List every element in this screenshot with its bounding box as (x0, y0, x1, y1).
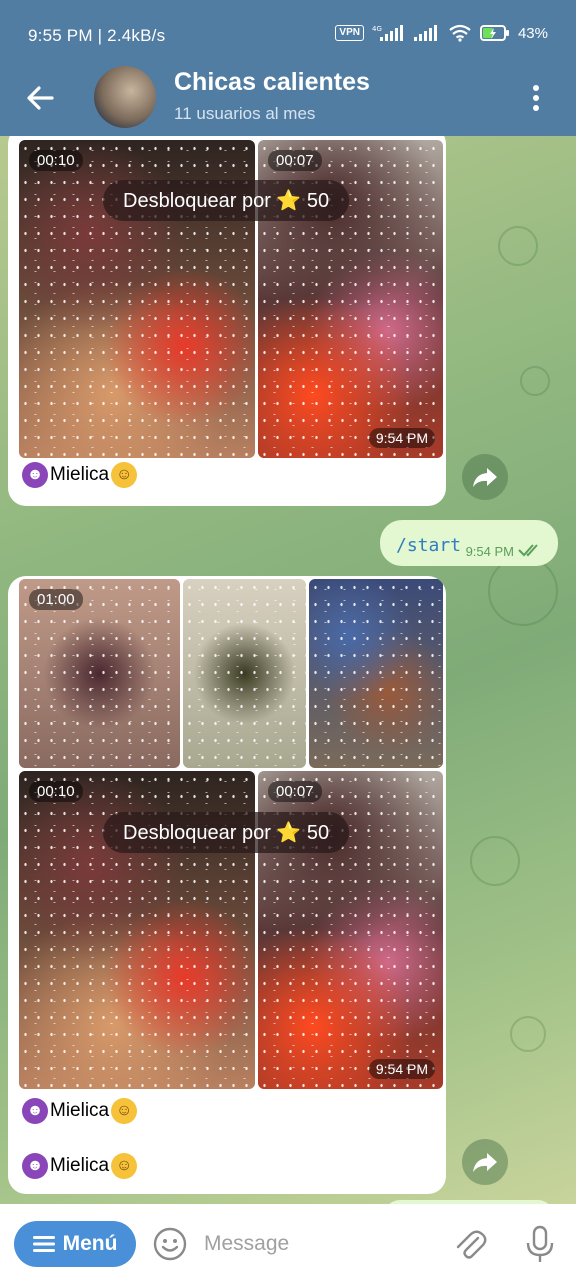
wallpaper-doodle (488, 556, 558, 626)
status-time-speed: 9:55 PM | 2.4kB/s (28, 26, 166, 45)
message-time: 9:54 PM (368, 428, 435, 448)
unlock-button[interactable]: Desbloquear por ⭐ 50 (103, 812, 350, 853)
video-duration: 00:07 (268, 781, 322, 802)
share-icon (473, 1153, 497, 1172)
message-input-bar: Menú (0, 1204, 576, 1280)
smiling-emoji-icon: ☺ (111, 1098, 138, 1124)
caption-text: Mielica (50, 464, 110, 485)
chat-header: Chicas calientes 11 usuarios al mes (0, 60, 576, 136)
status-bar: 9:55 PM | 2.4kB/s VPN 4G 43% (0, 0, 576, 60)
message-caption: ☻ Mielica ☺ (22, 1098, 138, 1124)
wallpaper-doodle (510, 1016, 546, 1052)
vpn-badge: VPN (335, 25, 364, 41)
message-caption: ☻ Mielica ☺ (22, 1153, 138, 1179)
signal-2-icon (413, 25, 437, 41)
blur-overlay (309, 579, 443, 768)
battery-icon (479, 25, 509, 41)
video-duration: 00:10 (29, 150, 83, 171)
menu-icon (32, 1236, 55, 1252)
outgoing-message[interactable]: /start 9:54 PM (380, 520, 558, 566)
read-checks-icon (518, 544, 538, 557)
outgoing-text: /start (396, 535, 462, 556)
wifi-icon (449, 24, 471, 42)
message-caption: ☻ Mielica ☺ (22, 462, 138, 488)
video-duration: 00:10 (29, 781, 83, 802)
devil-emoji-icon: ☻ (22, 1098, 48, 1124)
share-button[interactable] (462, 1139, 508, 1185)
locked-video[interactable]: 01:00 (19, 579, 180, 768)
chat-subtitle: 11 usuarios al mes (174, 104, 316, 123)
devil-emoji-icon: ☻ (22, 462, 48, 488)
status-icons: VPN 4G 43% (335, 24, 548, 42)
menu-label: Menú (62, 1232, 118, 1255)
wallpaper-doodle (470, 836, 520, 886)
message-input[interactable] (204, 1228, 424, 1260)
menu-button[interactable]: Menú (14, 1221, 136, 1267)
signal-icon: 4G (372, 25, 403, 41)
devil-emoji-icon: ☻ (22, 1153, 48, 1179)
wallpaper-doodle (498, 226, 538, 266)
message-bubble[interactable]: 00:10 00:07 9:54 PM Desbloquear por ⭐ 50… (8, 136, 446, 506)
caption-text: Mielica (50, 1100, 110, 1121)
microphone-icon[interactable] (522, 1224, 558, 1264)
locked-photo[interactable] (309, 579, 443, 768)
share-button[interactable] (462, 454, 508, 500)
video-duration: 01:00 (29, 589, 83, 610)
unlock-button[interactable]: Desbloquear por ⭐ 50 (103, 180, 350, 221)
message-time: 9:54 PM (368, 1059, 435, 1079)
locked-photo[interactable] (183, 579, 306, 768)
smiling-emoji-icon: ☺ (111, 462, 138, 488)
chat-area[interactable]: 00:10 00:07 9:54 PM Desbloquear por ⭐ 50… (0, 136, 576, 1204)
blur-overlay (183, 579, 306, 768)
chat-title[interactable]: Chicas calientes (174, 68, 370, 97)
smiling-emoji-icon: ☺ (111, 1153, 138, 1179)
video-duration: 00:07 (268, 150, 322, 171)
back-arrow-icon[interactable] (22, 80, 58, 116)
caption-text: Mielica (50, 1155, 110, 1176)
message-bubble[interactable]: 01:00 00:10 00:07 9:54 PM Desbloquear po… (8, 576, 446, 1194)
avatar[interactable] (94, 66, 156, 128)
attach-icon[interactable] (452, 1226, 488, 1262)
emoji-icon[interactable] (152, 1226, 188, 1262)
wallpaper-doodle (520, 366, 550, 396)
message-time: 9:54 PM (465, 544, 514, 559)
svg-text:4G: 4G (372, 25, 382, 33)
share-icon (473, 468, 497, 487)
battery-percent: 43% (517, 24, 548, 42)
more-vertical-icon[interactable] (518, 80, 554, 116)
